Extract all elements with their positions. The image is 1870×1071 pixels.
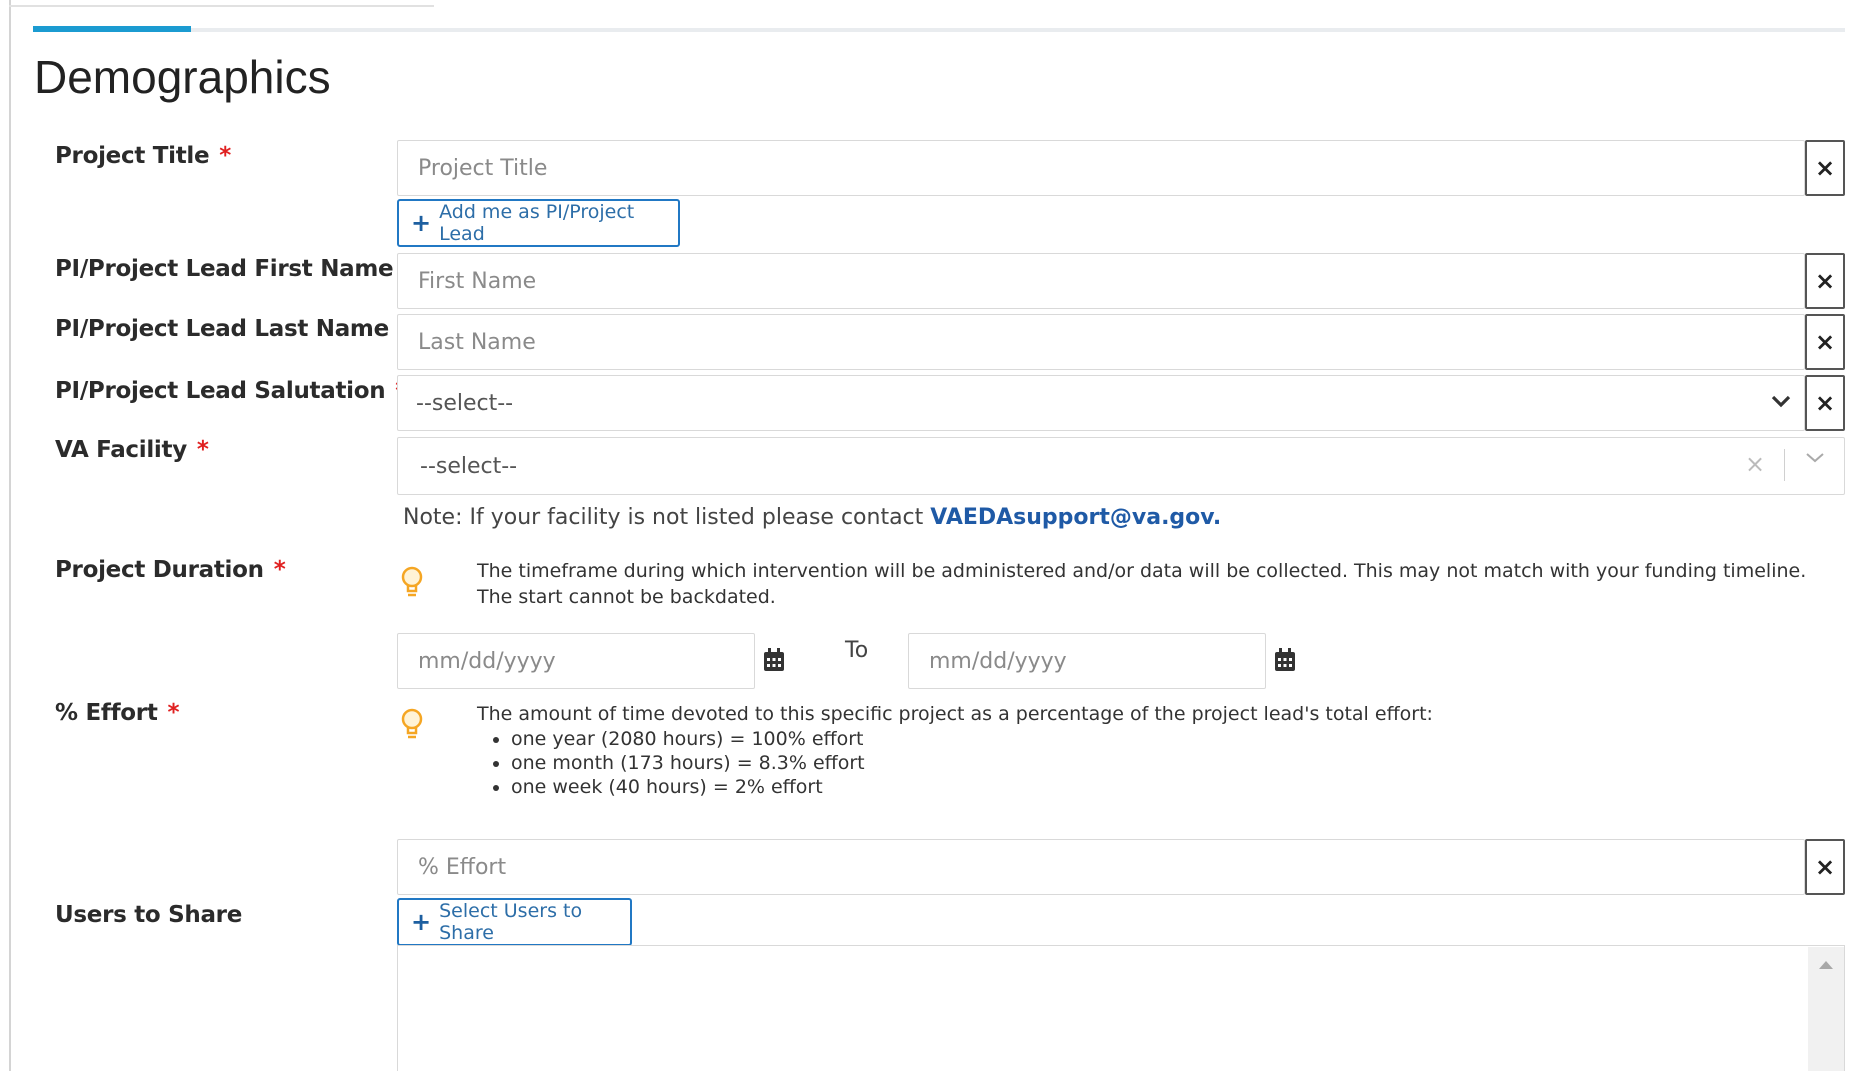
- select-users-to-share-button[interactable]: + Select Users to Share: [397, 898, 632, 946]
- required-marker: *: [273, 557, 286, 583]
- effort-help-item: one year (2080 hours) = 100% effort: [511, 727, 1837, 751]
- project-title-input[interactable]: [416, 141, 1804, 195]
- close-icon: ×: [1814, 267, 1836, 295]
- salutation-selected-value: --select--: [416, 390, 514, 416]
- salutation-label: PI/Project Lead Salutation*: [55, 378, 407, 404]
- va-facility-note-text: Note: If your facility is not listed ple…: [403, 505, 931, 530]
- project-duration-help: The timeframe during which intervention …: [477, 560, 1807, 608]
- window-left-border: [9, 0, 11, 1071]
- support-email-link[interactable]: VAEDAsupport@va.gov.: [930, 505, 1221, 530]
- required-marker: *: [167, 700, 180, 726]
- salutation-select[interactable]: --select--: [397, 375, 1805, 431]
- last-name-clear-button[interactable]: ×: [1805, 314, 1845, 370]
- va-facility-label: VA Facility *: [55, 437, 209, 463]
- scroll-up-arrow-icon[interactable]: [1819, 961, 1833, 969]
- project-duration-label: Project Duration *: [55, 557, 286, 583]
- va-facility-label-text: VA Facility: [55, 437, 187, 463]
- lightbulb-icon: [398, 564, 426, 600]
- va-facility-separator: [1784, 449, 1785, 481]
- last-name-label: PI/Project Lead Last Name*: [55, 316, 411, 342]
- effort-label-text: % Effort: [55, 700, 158, 726]
- effort-label: % Effort *: [55, 700, 180, 726]
- select-users-to-share-button-label: Select Users to Share: [439, 900, 583, 944]
- progress-bar-fill: [33, 26, 191, 32]
- effort-input[interactable]: [416, 840, 1804, 894]
- required-marker: *: [219, 143, 232, 169]
- add-me-as-pi-button[interactable]: + Add me as PI/Project Lead: [397, 199, 680, 247]
- va-facility-clear-icon[interactable]: ×: [1745, 450, 1765, 478]
- effort-help: The amount of time devoted to this speci…: [477, 701, 1837, 799]
- first-name-label-text: PI/Project Lead First Name: [55, 256, 394, 282]
- duration-end-date-field[interactable]: [908, 633, 1266, 689]
- plus-icon: +: [411, 908, 432, 936]
- date-range-to-label: To: [845, 638, 869, 663]
- project-duration-label-text: Project Duration: [55, 557, 264, 583]
- first-name-input[interactable]: [416, 254, 1804, 308]
- va-facility-selected-value: --select--: [420, 453, 518, 479]
- users-to-share-label: Users to Share: [55, 902, 242, 928]
- close-icon: ×: [1814, 853, 1836, 881]
- project-title-label-text: Project Title: [55, 143, 210, 169]
- users-list-scrollbar[interactable]: [1808, 947, 1844, 1071]
- plus-icon: +: [411, 209, 432, 237]
- calendar-icon[interactable]: [763, 648, 785, 672]
- va-facility-select[interactable]: --select--: [397, 437, 1845, 495]
- first-name-clear-button[interactable]: ×: [1805, 253, 1845, 309]
- project-title-clear-button[interactable]: ×: [1805, 140, 1845, 196]
- duration-start-date-input[interactable]: [416, 647, 754, 675]
- window-top-border: [9, 5, 434, 7]
- last-name-field[interactable]: [397, 314, 1805, 370]
- last-name-label-text: PI/Project Lead Last Name: [55, 316, 389, 342]
- duration-end-date-input[interactable]: [927, 647, 1265, 675]
- effort-help-item: one week (40 hours) = 2% effort: [511, 775, 1837, 799]
- effort-clear-button[interactable]: ×: [1805, 839, 1845, 895]
- last-name-input[interactable]: [416, 315, 1804, 369]
- first-name-field[interactable]: [397, 253, 1805, 309]
- effort-field[interactable]: [397, 839, 1805, 895]
- effort-help-text: The amount of time devoted to this speci…: [477, 703, 1433, 725]
- effort-help-list: one year (2080 hours) = 100% effort one …: [477, 727, 1837, 799]
- lightbulb-icon: [398, 706, 426, 742]
- project-title-label: Project Title *: [55, 143, 231, 169]
- calendar-icon[interactable]: [1274, 648, 1296, 672]
- duration-start-date-field[interactable]: [397, 633, 755, 689]
- close-icon: ×: [1814, 389, 1836, 417]
- users-to-share-label-text: Users to Share: [55, 902, 243, 928]
- progress-track: [33, 28, 1845, 32]
- va-facility-note: Note: If your facility is not listed ple…: [403, 505, 1221, 530]
- add-me-as-pi-button-label: Add me as PI/Project Lead: [439, 201, 635, 245]
- first-name-label: PI/Project Lead First Name*: [55, 256, 415, 282]
- chevron-down-icon[interactable]: [1804, 446, 1826, 474]
- project-title-field[interactable]: [397, 140, 1805, 196]
- users-to-share-list[interactable]: [397, 945, 1845, 1071]
- required-marker: *: [196, 437, 209, 463]
- close-icon: ×: [1814, 328, 1836, 356]
- page-title: Demographics: [34, 51, 331, 103]
- effort-help-item: one month (173 hours) = 8.3% effort: [511, 751, 1837, 775]
- chevron-down-icon[interactable]: [1770, 390, 1792, 418]
- salutation-label-text: PI/Project Lead Salutation: [55, 378, 386, 404]
- close-icon: ×: [1814, 154, 1836, 182]
- salutation-clear-button[interactable]: ×: [1805, 375, 1845, 431]
